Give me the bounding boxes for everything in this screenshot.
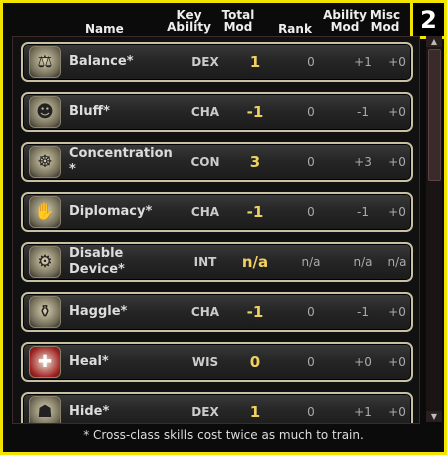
skill-total-mod: 1 [249, 53, 261, 71]
skill-name: Disable Device* [69, 246, 125, 277]
haggle-icon: ⚱ [29, 296, 61, 328]
skill-row[interactable]: ☸ Concentration * CON 3 0 +3 +0 [21, 142, 413, 182]
disable-device-icon: ⚙ [29, 246, 61, 278]
scroll-thumb[interactable] [428, 49, 441, 181]
skill-rank: n/a [301, 255, 321, 269]
skill-name: Heal* [69, 354, 109, 369]
skill-total-mod: 1 [249, 403, 261, 421]
header-misc-mod: Misc Mod [369, 8, 401, 34]
skill-key-ability: DEX [191, 55, 219, 69]
header-rank: Rank [278, 22, 312, 36]
scrollbar[interactable]: ▲ ▼ [426, 36, 442, 422]
skill-rank: 0 [307, 305, 315, 319]
balance-icon: ⚖ [29, 46, 61, 78]
skill-misc-mod: +0 [388, 205, 406, 219]
skill-row[interactable]: ⚖ Balance* DEX 1 0 +1 +0 [21, 42, 413, 82]
skill-name: Concentration * [69, 146, 173, 177]
cross-class-note: * Cross-class skills cost twice as much … [83, 428, 364, 442]
skill-rank: 0 [307, 405, 315, 419]
header-ability-mod: Ability Mod [323, 8, 367, 34]
skill-row[interactable]: ⚱ Haggle* CHA -1 0 -1 +0 [21, 292, 413, 332]
skill-row[interactable]: ✋ Diplomacy* CHA -1 0 -1 +0 [21, 192, 413, 232]
skill-row[interactable]: ☗ Hide* DEX 1 0 +1 +0 [21, 392, 413, 423]
skill-total-mod: 0 [249, 353, 261, 371]
skill-key-ability: WIS [191, 355, 219, 369]
skill-misc-mod: +0 [388, 55, 406, 69]
skill-rank: 0 [307, 355, 315, 369]
header-name: Name [85, 22, 124, 36]
step-badge: 2 [410, 3, 444, 39]
concentration-icon: ☸ [29, 146, 61, 178]
heal-icon: ✚ [29, 346, 61, 378]
skill-row[interactable]: ⚙ Disable Device* INT n/a n/a n/a n/a [21, 242, 413, 282]
skill-name: Balance* [69, 54, 134, 69]
scroll-down-icon[interactable]: ▼ [426, 411, 442, 422]
skill-misc-mod: +0 [388, 105, 406, 119]
skill-total-mod: -1 [246, 203, 264, 221]
skill-misc-mod: +0 [388, 155, 406, 169]
skill-key-ability: CON [190, 155, 220, 169]
skill-total-mod: -1 [246, 303, 264, 321]
skill-rank: 0 [307, 155, 315, 169]
skill-key-ability: CHA [190, 205, 220, 219]
skill-key-ability: CHA [190, 105, 220, 119]
bluff-icon: ☻ [29, 96, 61, 128]
hide-icon: ☗ [29, 396, 61, 423]
scroll-up-icon[interactable]: ▲ [426, 36, 442, 47]
skill-total-mod: n/a [241, 253, 269, 271]
skills-list: ⚖ Balance* DEX 1 0 +1 +0 ☻ Bluff* CHA -1 0 -1 +0 ☸ Conc… [12, 36, 420, 424]
skill-misc-mod: +0 [388, 355, 406, 369]
skill-total-mod: 3 [249, 153, 261, 171]
skill-rank: 0 [307, 105, 315, 119]
skill-row[interactable]: ✚ Heal* WIS 0 0 +0 +0 [21, 342, 413, 382]
skill-key-ability: CHA [190, 305, 220, 319]
skill-name: Diplomacy* [69, 204, 153, 219]
skill-rank: 0 [307, 55, 315, 69]
skill-name: Haggle* [69, 304, 128, 319]
header-key-ability: Key Ability [167, 8, 211, 34]
skill-row[interactable]: ☻ Bluff* CHA -1 0 -1 +0 [21, 92, 413, 132]
skill-misc-mod: n/a [387, 255, 407, 269]
skill-name: Hide* [69, 404, 110, 419]
skill-key-ability: DEX [191, 405, 219, 419]
skill-rank: 0 [307, 205, 315, 219]
skill-misc-mod: +0 [388, 405, 406, 419]
diplomacy-icon: ✋ [29, 196, 61, 228]
skill-total-mod: -1 [246, 103, 264, 121]
skill-misc-mod: +0 [388, 305, 406, 319]
skill-name: Bluff* [69, 104, 110, 119]
header-total-mod: Total Mod [221, 8, 255, 34]
skills-window: 2 Name Key Ability Total Mod Rank Ability M… [0, 0, 447, 455]
skill-key-ability: INT [193, 255, 217, 269]
